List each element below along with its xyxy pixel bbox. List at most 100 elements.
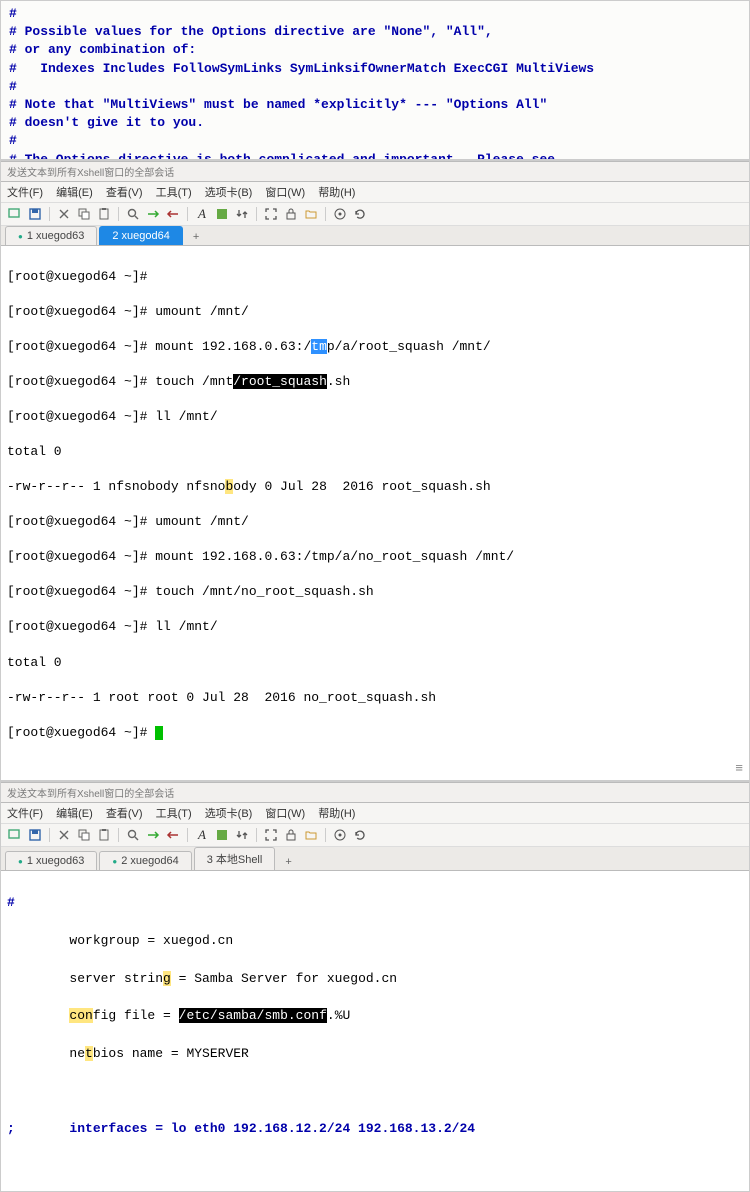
config-line: ; interfaces = lo eth0 192.168.12.2/24 1… bbox=[7, 1120, 743, 1139]
terminal-line: [root@xuegod64 ~]# umount /mnt/ bbox=[7, 513, 743, 531]
tab-label: 3 本地Shell bbox=[207, 851, 263, 867]
transfer-icon[interactable] bbox=[234, 206, 250, 222]
disconnect-icon[interactable] bbox=[165, 206, 181, 222]
menu-tools[interactable]: 工具(T) bbox=[156, 184, 192, 200]
tab-label: 2 xuegod64 bbox=[121, 855, 179, 867]
separator-icon bbox=[49, 207, 50, 221]
lock-icon[interactable] bbox=[283, 827, 299, 843]
vim-line: # bbox=[9, 132, 741, 150]
config-line: server string = Samba Server for xuegod.… bbox=[7, 970, 743, 989]
menu-file[interactable]: 文件(F) bbox=[7, 805, 43, 821]
paste-icon[interactable] bbox=[96, 827, 112, 843]
tab-xuegod64[interactable]: ●2 xuegod64 bbox=[99, 851, 191, 870]
tab-xuegod63[interactable]: ● 1 xuegod63 bbox=[5, 851, 97, 870]
tab-add-button[interactable]: + bbox=[185, 229, 207, 245]
cut-icon[interactable] bbox=[56, 827, 72, 843]
terminal-line: [root@xuegod64 ~]# bbox=[7, 268, 743, 286]
xshell-window-bottom: 发送文本到所有Xshell窗口的全部会话 文件(F) 编辑(E) 查看(V) 工… bbox=[0, 781, 750, 1192]
highlight: tm bbox=[311, 339, 327, 354]
menu-view[interactable]: 查看(V) bbox=[106, 805, 143, 821]
terminal-line: [root@xuegod64 ~]# ll /mnt/ bbox=[7, 618, 743, 636]
separator-icon bbox=[325, 828, 326, 842]
menu-file[interactable]: 文件(F) bbox=[7, 184, 43, 200]
tab-label: 1 xuegod63 bbox=[27, 230, 85, 242]
separator-icon bbox=[118, 828, 119, 842]
menu-edit[interactable]: 编辑(E) bbox=[56, 184, 93, 200]
new-session-icon[interactable] bbox=[7, 206, 23, 222]
fullscreen-icon[interactable] bbox=[263, 827, 279, 843]
fullscreen-icon[interactable] bbox=[263, 206, 279, 222]
font-icon[interactable]: A bbox=[194, 206, 210, 222]
status-dot-icon: ● bbox=[18, 857, 23, 866]
menu-view[interactable]: 查看(V) bbox=[106, 184, 143, 200]
highlight: con bbox=[69, 1008, 92, 1023]
highlight: t bbox=[85, 1046, 93, 1061]
transfer-icon[interactable] bbox=[234, 827, 250, 843]
terminal-line: -rw-r--r-- 1 nfsnobody nfsnobody 0 Jul 2… bbox=[7, 478, 743, 496]
search-icon[interactable] bbox=[125, 206, 141, 222]
terminal-content[interactable]: [root@xuegod64 ~]# [root@xuegod64 ~]# um… bbox=[1, 246, 749, 780]
color-icon[interactable] bbox=[214, 206, 230, 222]
config-line: netbios name = MYSERVER bbox=[7, 1045, 743, 1064]
menu-icon[interactable]: ≡ bbox=[735, 761, 743, 776]
menu-edit[interactable]: 编辑(E) bbox=[56, 805, 93, 821]
terminal-line: [root@xuegod64 ~]# touch /mnt/root_squas… bbox=[7, 373, 743, 391]
new-session-icon[interactable] bbox=[7, 827, 23, 843]
vim-line: # Indexes Includes FollowSymLinks SymLin… bbox=[9, 60, 741, 78]
menu-tabs[interactable]: 选项卡(B) bbox=[205, 805, 253, 821]
connect-icon[interactable] bbox=[145, 827, 161, 843]
highlight: /etc/samba/smb.conf bbox=[179, 1008, 327, 1023]
folder-icon[interactable] bbox=[303, 827, 319, 843]
folder-icon[interactable] bbox=[303, 206, 319, 222]
tab-label: 2 xuegod64 bbox=[112, 230, 170, 242]
vim-line: # bbox=[9, 5, 741, 23]
tab-label: 1 xuegod63 bbox=[27, 855, 85, 867]
copy-icon[interactable] bbox=[76, 827, 92, 843]
terminal-line: total 0 bbox=[7, 654, 743, 672]
separator-icon bbox=[256, 207, 257, 221]
terminal-line: [root@xuegod64 ~]# mount 192.168.0.63:/t… bbox=[7, 548, 743, 566]
window-title: 发送文本到所有Xshell窗口的全部会话 bbox=[1, 161, 749, 182]
refresh-icon[interactable] bbox=[352, 827, 368, 843]
highlight: /root_squash bbox=[233, 374, 327, 389]
copy-icon[interactable] bbox=[76, 206, 92, 222]
separator-icon bbox=[49, 828, 50, 842]
lock-icon[interactable] bbox=[283, 206, 299, 222]
config-line bbox=[7, 1083, 743, 1102]
tab-add-button[interactable]: + bbox=[277, 854, 299, 870]
vim-line: # or any combination of: bbox=[9, 41, 741, 59]
properties-icon[interactable] bbox=[332, 827, 348, 843]
toolbar: A bbox=[1, 824, 749, 847]
menu-tools[interactable]: 工具(T) bbox=[156, 805, 192, 821]
menu-bar: 文件(F) 编辑(E) 查看(V) 工具(T) 选项卡(B) 窗口(W) 帮助(… bbox=[1, 803, 749, 824]
menu-help[interactable]: 帮助(H) bbox=[318, 805, 355, 821]
separator-icon bbox=[325, 207, 326, 221]
save-icon[interactable] bbox=[27, 827, 43, 843]
tab-bar: ● 1 xuegod63 ●2 xuegod64 3 本地Shell + bbox=[1, 847, 749, 871]
menu-window[interactable]: 窗口(W) bbox=[265, 184, 305, 200]
vim-line: # The Options directive is both complica… bbox=[9, 151, 741, 161]
tab-xuegod64[interactable]: 2 xuegod64 bbox=[99, 226, 183, 245]
tab-local-shell[interactable]: 3 本地Shell bbox=[194, 847, 276, 870]
menu-tabs[interactable]: 选项卡(B) bbox=[205, 184, 253, 200]
cursor-icon bbox=[155, 726, 163, 740]
window-title: 发送文本到所有Xshell窗口的全部会话 bbox=[1, 782, 749, 803]
terminal-line: total 0 bbox=[7, 443, 743, 461]
font-icon[interactable]: A bbox=[194, 827, 210, 843]
menu-help[interactable]: 帮助(H) bbox=[318, 184, 355, 200]
disconnect-icon[interactable] bbox=[165, 827, 181, 843]
refresh-icon[interactable] bbox=[352, 206, 368, 222]
paste-icon[interactable] bbox=[96, 206, 112, 222]
connect-icon[interactable] bbox=[145, 206, 161, 222]
color-icon[interactable] bbox=[214, 827, 230, 843]
menu-window[interactable]: 窗口(W) bbox=[265, 805, 305, 821]
cut-icon[interactable] bbox=[56, 206, 72, 222]
terminal-line: -rw-r--r-- 1 root root 0 Jul 28 2016 no_… bbox=[7, 689, 743, 707]
separator-icon bbox=[187, 207, 188, 221]
search-icon[interactable] bbox=[125, 827, 141, 843]
tab-xuegod63[interactable]: ●1 xuegod63 bbox=[5, 226, 97, 245]
vim-line: # Possible values for the Options direct… bbox=[9, 23, 741, 41]
properties-icon[interactable] bbox=[332, 206, 348, 222]
terminal-content[interactable]: # workgroup = xuegod.cn server string = … bbox=[1, 871, 749, 1191]
save-icon[interactable] bbox=[27, 206, 43, 222]
